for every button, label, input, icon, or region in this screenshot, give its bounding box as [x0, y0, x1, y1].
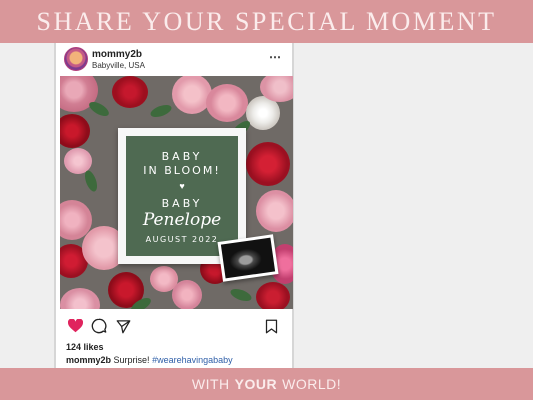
caption-hashtag[interactable]: #wearehavingababy [152, 355, 233, 365]
post-photo[interactable]: BABY IN BLOOM! ♥ BABY Penelope AUGUST 20… [60, 76, 293, 309]
caption-username[interactable]: mommy2b [66, 355, 111, 365]
post-caption: mommy2b Surprise! #wearehavingababy [66, 355, 233, 365]
caption-text: Surprise! [113, 355, 150, 365]
letterboard-line-3: BABY [161, 197, 203, 210]
leaf-decoration [148, 102, 174, 120]
post-username[interactable]: mommy2b [92, 49, 142, 60]
avatar[interactable] [64, 47, 88, 71]
more-options-icon[interactable]: ⋯ [269, 50, 282, 64]
phone-frame: mommy2b Babyville, USA ⋯ BABY IN BLOOM! … [54, 43, 294, 368]
rose-decoration [60, 288, 100, 309]
sonogram-photo [217, 234, 279, 282]
bookmark-icon[interactable] [262, 317, 280, 335]
post-location[interactable]: Babyville, USA [92, 61, 145, 70]
bottom-banner: WITH YOUR WORLD! [0, 368, 533, 400]
leaf-decoration [82, 168, 100, 194]
like-heart-icon[interactable] [66, 317, 84, 335]
top-banner: SHARE YOUR SPECIAL MOMENT [0, 0, 533, 43]
rose-decoration [112, 76, 148, 108]
letterboard-baby-name: Penelope [142, 210, 222, 230]
send-icon[interactable] [114, 317, 132, 335]
post-actions [56, 315, 292, 337]
rose-decoration [246, 142, 290, 186]
likes-count[interactable]: 124 likes [66, 342, 104, 352]
letterboard-line-2: IN BLOOM! [143, 164, 221, 177]
bottom-banner-prefix: WITH [191, 376, 230, 392]
letterboard-felt: BABY IN BLOOM! ♥ BABY Penelope AUGUST 20… [126, 136, 238, 256]
rose-decoration [256, 190, 293, 232]
rose-decoration [60, 114, 90, 148]
banner-headline: SHARE YOUR SPECIAL MOMENT [36, 6, 497, 36]
letterboard-heart-icon: ♥ [179, 181, 185, 191]
bottom-banner-highlight: YOUR [234, 376, 278, 392]
post-header: mommy2b Babyville, USA ⋯ [56, 43, 292, 76]
letterboard-line-1: BABY [161, 150, 203, 163]
bottom-banner-suffix: WORLD! [282, 376, 342, 392]
leaf-decoration [86, 99, 112, 119]
rose-decoration [206, 84, 248, 122]
comment-icon[interactable] [90, 317, 108, 335]
sonogram-image [220, 237, 276, 279]
rose-decoration [256, 282, 290, 309]
rose-decoration [172, 280, 202, 309]
leaf-decoration [228, 286, 254, 304]
